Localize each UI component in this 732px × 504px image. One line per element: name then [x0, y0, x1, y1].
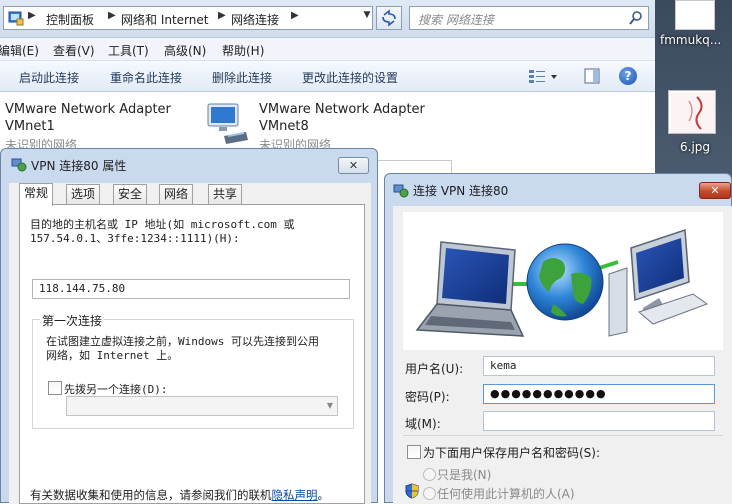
menu-view[interactable]: 查看(V)	[53, 42, 95, 59]
chevron-right-icon[interactable]: ▶	[28, 10, 36, 21]
radio-only-me[interactable]	[423, 468, 436, 481]
address-dropdown-icon[interactable]: ▼	[360, 10, 374, 26]
uac-shield-icon	[405, 483, 419, 499]
breadcrumb-network-internet[interactable]: 网络和 Internet	[121, 11, 208, 28]
menu-advanced[interactable]: 高级(N)	[164, 42, 206, 59]
tab-sharing[interactable]: 共享	[208, 184, 243, 205]
change-settings-button[interactable]: 更改此连接的设置	[302, 69, 398, 86]
rename-connection-button[interactable]: 重命名此连接	[110, 69, 182, 86]
close-button[interactable]: ✕	[699, 182, 731, 199]
address-box[interactable]: ▶ 控制面板 ▶ 网络和 Internet ▶ 网络连接 ▶ ▼	[3, 6, 373, 30]
vpn-properties-dialog: VPN 连接80 属性 ✕ 常规 选项 安全 网络 共享 目的地的主机名或 IP…	[0, 148, 378, 504]
search-placeholder: 搜索 网络连接	[418, 13, 494, 27]
dial-first-checkbox[interactable]	[48, 381, 62, 395]
vpn-connection-icon	[11, 158, 27, 172]
password-label: 密码(P):	[405, 390, 450, 404]
desktop-image-label[interactable]: 6.jpg	[680, 140, 710, 154]
save-credentials-checkbox[interactable]	[407, 445, 421, 459]
dial-connection-select[interactable]: ▼	[66, 396, 338, 416]
chevron-right-icon[interactable]: ▶	[291, 10, 299, 21]
save-credentials-label[interactable]: 为下面用户保存用户名和密码(S):	[423, 444, 600, 461]
domain-label: 域(M):	[405, 417, 441, 431]
refresh-icon	[382, 9, 396, 27]
search-input[interactable]: 搜索 网络连接	[409, 6, 649, 30]
dial-first-label[interactable]: 先拨另一个连接(D):	[64, 381, 168, 397]
menu-help[interactable]: 帮助(H)	[222, 42, 264, 59]
command-bar: 启动此连接 重命名此连接 删除此连接 更改此连接的设置 ?	[0, 61, 655, 92]
connection-banner	[403, 212, 723, 350]
host-address-input[interactable]: 118.144.75.80	[32, 279, 350, 299]
privacy-link[interactable]: 隐私声明	[272, 488, 318, 502]
address-bar-row: ▶ 控制面板 ▶ 网络和 Internet ▶ 网络连接 ▶ ▼ 搜索 网络连接	[0, 0, 655, 38]
tab-options[interactable]: 选项	[66, 184, 101, 205]
refresh-button[interactable]	[376, 6, 402, 30]
menu-edit[interactable]: 编辑(E)	[0, 42, 39, 59]
desktop-file-icon[interactable]	[675, 0, 715, 30]
username-input[interactable]: kema	[483, 356, 715, 376]
adapter-vmnet1-name[interactable]: VMware Network Adapter	[5, 102, 171, 117]
dialog-body: 用户名(U): kema 密码(P): ●●●●●●●●●●● 域(M): 为下…	[393, 206, 732, 504]
tab-security[interactable]: 安全	[113, 184, 148, 205]
chevron-down-icon: ▼	[326, 401, 333, 410]
start-connection-button[interactable]: 启动此连接	[19, 69, 79, 86]
username-label: 用户名(U):	[405, 362, 464, 376]
delete-connection-button[interactable]: 删除此连接	[212, 69, 272, 86]
dialog-body: 常规 选项 安全 网络 共享 目的地的主机名或 IP 地址(如 microsof…	[9, 183, 371, 504]
control-panel-icon	[8, 11, 24, 26]
host-label-line2: 157.54.0.1、3ffe:1234::1111)(H):	[30, 232, 240, 245]
first-connect-title: 第一次连接	[40, 312, 105, 329]
image-thumbnail-icon	[671, 93, 715, 133]
privacy-text-end: 。	[317, 488, 330, 502]
help-icon[interactable]: ?	[619, 67, 637, 85]
password-input[interactable]: ●●●●●●●●●●●	[483, 384, 715, 404]
adapter-vmnet8-id[interactable]: VMnet8	[259, 119, 309, 134]
close-button[interactable]: ✕	[338, 157, 369, 174]
breadcrumb-control-panel[interactable]: 控制面板	[46, 11, 94, 28]
preview-pane-icon[interactable]	[584, 68, 600, 84]
menu-tools[interactable]: 工具(T)	[108, 42, 149, 59]
adapter-vmnet1-id[interactable]: VMnet1	[5, 119, 55, 134]
privacy-text: 有关数据收集和使用的信息，请参阅我们的联机隐私声明。	[30, 487, 329, 503]
menu-bar: 编辑(E) 查看(V) 工具(T) 高级(N) 帮助(H)	[0, 38, 655, 61]
network-adapter-icon[interactable]	[204, 102, 252, 146]
radio-only-me-label[interactable]: 只是我(N)	[437, 466, 491, 483]
divider	[403, 435, 723, 436]
radio-anyone[interactable]	[423, 487, 436, 500]
dialog-title: 连接 VPN 连接80	[413, 184, 509, 198]
domain-input[interactable]	[483, 411, 715, 431]
tab-networking[interactable]: 网络	[159, 184, 194, 205]
tab-page-general: 目的地的主机名或 IP 地址(如 microsoft.com 或 157.54.…	[19, 204, 365, 504]
network-illustration-icon	[415, 228, 709, 337]
adapter-vmnet8-name[interactable]: VMware Network Adapter	[259, 102, 425, 117]
search-icon[interactable]	[628, 10, 644, 26]
dialog-title: VPN 连接80 属性	[31, 159, 127, 173]
desktop-file-label[interactable]: fmmukq...	[660, 33, 721, 47]
breadcrumb-network-connections[interactable]: 网络连接	[231, 11, 279, 28]
chevron-right-icon[interactable]: ▶	[108, 10, 116, 21]
desktop-image-icon[interactable]	[668, 90, 716, 134]
vpn-connection-icon	[393, 184, 409, 198]
tab-general[interactable]: 常规	[19, 183, 54, 206]
vpn-connect-dialog: 连接 VPN 连接80 ✕ 用户名(U): kema 密码(P): ●●●●●●…	[384, 173, 732, 504]
first-connect-desc-line2: 网络，如 Internet 上。	[46, 349, 179, 362]
chevron-right-icon[interactable]: ▶	[218, 10, 226, 21]
privacy-text-main: 有关数据收集和使用的信息，请参阅我们的联机	[30, 488, 272, 502]
radio-anyone-label[interactable]: 任何使用此计算机的人(A)	[437, 485, 575, 502]
view-options-icon[interactable]	[528, 68, 558, 86]
